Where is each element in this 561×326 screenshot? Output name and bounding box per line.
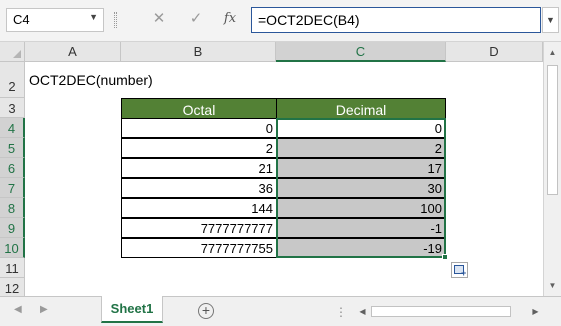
enter-icon[interactable]: ✓ [187,10,205,28]
octal-cell[interactable]: 7777777777 [121,218,277,238]
worksheet-grid[interactable]: A B C D 2 3 4 5 6 7 8 9 10 11 12 OCT2DEC… [0,42,543,296]
row-header-3[interactable]: 3 [0,98,25,118]
vertical-scroll-thumb[interactable] [547,65,558,195]
quick-analysis-icon[interactable]: + [451,262,468,278]
octal-cell[interactable]: 21 [121,158,277,178]
insert-function-icon[interactable]: fx [221,10,239,28]
previous-sheet-icon[interactable]: ◀ [14,304,22,315]
decimal-cell[interactable]: 2 [276,138,446,158]
sheet-title-cell[interactable]: OCT2DEC(number) [29,72,153,88]
formula-input[interactable]: =OCT2DEC(B4) [251,7,541,33]
expand-formula-bar-icon[interactable]: ▼ [542,7,559,33]
scroll-up-icon[interactable]: ▲ [544,44,561,61]
row-header-7[interactable]: 7 [0,178,25,198]
decimal-cell[interactable]: -1 [276,218,446,238]
column-header-c[interactable]: C [276,42,446,62]
row-header-12[interactable]: 12 [0,278,25,296]
decimal-cell[interactable]: 0 [276,118,446,138]
decimal-cell[interactable]: 30 [276,178,446,198]
row-header-10[interactable]: 10 [0,238,25,258]
row-header-9[interactable]: 9 [0,218,25,238]
octal-cell[interactable]: 36 [121,178,277,198]
column-header-b[interactable]: B [121,42,276,62]
sheet-tab-bar: ◀ ▶ Sheet1 + ⋮ ◀ ▶ [0,296,561,326]
cancel-icon[interactable]: ✕ [150,10,168,28]
scroll-right-icon[interactable]: ▶ [528,303,543,320]
formula-bar-separator [114,12,117,28]
sheet-tab-sheet1[interactable]: Sheet1 [101,296,163,323]
octal-header-cell[interactable]: Octal [121,98,277,120]
name-box-value: C4 [13,12,30,27]
octal-cell[interactable]: 7777777755 [121,238,277,258]
row-header-8[interactable]: 8 [0,198,25,218]
row-header-5[interactable]: 5 [0,138,25,158]
decimal-header-cell[interactable]: Decimal [276,98,446,120]
row-header-2[interactable]: 2 [0,62,25,98]
octal-cell[interactable]: 2 [121,138,277,158]
next-sheet-icon[interactable]: ▶ [40,304,48,315]
decimal-cell[interactable]: 100 [276,198,446,218]
chevron-down-icon[interactable]: ▼ [89,12,98,22]
quick-analysis-plus-icon: + [461,268,467,278]
tab-split-handle[interactable]: ⋮ [335,305,347,319]
vertical-scrollbar[interactable]: ▲ ▼ [543,42,561,296]
name-box[interactable]: C4 ▼ [6,8,104,32]
row-header-4[interactable]: 4 [0,118,25,138]
select-all-button[interactable] [0,42,25,62]
scroll-left-icon[interactable]: ◀ [355,303,370,320]
decimal-cell[interactable]: -19 [276,238,446,258]
row-header-11[interactable]: 11 [0,258,25,278]
formula-bar: C4 ▼ ✕ ✓ fx =OCT2DEC(B4) ▼ [0,0,561,42]
decimal-cell[interactable]: 17 [276,158,446,178]
fill-handle[interactable] [442,254,448,260]
horizontal-scroll-thumb[interactable] [371,306,511,317]
add-sheet-icon[interactable]: + [198,303,214,319]
horizontal-scrollbar[interactable]: ◀ ▶ [351,303,543,320]
column-header-d[interactable]: D [446,42,543,62]
octal-cell[interactable]: 144 [121,198,277,218]
octal-cell[interactable]: 0 [121,118,277,138]
scroll-down-icon[interactable]: ▼ [544,277,561,294]
column-header-a[interactable]: A [25,42,121,62]
row-header-6[interactable]: 6 [0,158,25,178]
